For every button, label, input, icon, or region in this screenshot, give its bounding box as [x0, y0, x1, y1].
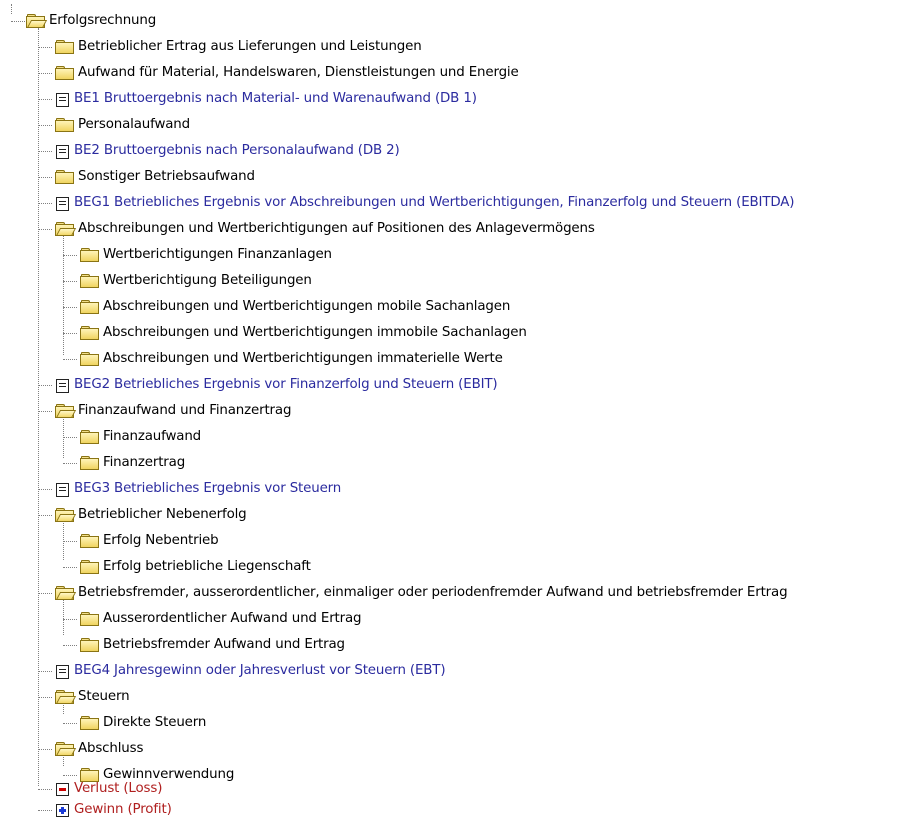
tree-item-be1[interactable]: BE1 Bruttoergebnis nach Material- und Wa… — [38, 86, 477, 112]
tree-item-erfolg-liegenschaft[interactable]: Erfolg betriebliche Liegenschaft — [63, 554, 311, 580]
tree-item-label: BEG2 Betriebliches Ergebnis vor Finanzer… — [74, 377, 498, 392]
folder-icon — [80, 352, 99, 366]
folder-icon — [80, 300, 99, 314]
folder-icon — [80, 612, 99, 626]
tree-item-label: Sonstiger Betriebsaufwand — [78, 169, 255, 184]
folder-icon — [80, 560, 99, 574]
tree-item-beg4[interactable]: BEG4 Jahresgewinn oder Jahresverlust vor… — [38, 658, 446, 684]
folder-icon — [55, 170, 74, 184]
tree-item-label: Steuern — [78, 689, 130, 704]
tree-item-aufwand-material[interactable]: Aufwand für Material, Handelswaren, Dien… — [38, 60, 519, 86]
folder-icon — [80, 638, 99, 652]
tree-item-betrieblicher-ertrag[interactable]: Betrieblicher Ertrag aus Lieferungen und… — [38, 34, 422, 60]
tree-item-ab-immaterielle[interactable]: Abschreibungen und Wertberichtigungen im… — [63, 346, 503, 372]
tree-item-beg2[interactable]: BEG2 Betriebliches Ergebnis vor Finanzer… — [38, 372, 498, 398]
document-icon — [55, 482, 70, 497]
document-icon — [55, 378, 70, 393]
tree-item-nebenerfolg[interactable]: Betrieblicher Nebenerfolg — [38, 502, 247, 528]
folder-icon — [55, 118, 74, 132]
folder-open-icon — [55, 222, 77, 236]
folder-icon — [80, 534, 99, 548]
tree-item-betriebsfremd[interactable]: Betriebsfremder, ausserordentlicher, ein… — [38, 580, 788, 606]
folder-open-icon — [55, 586, 77, 600]
tree-item-steuern[interactable]: Steuern — [38, 684, 130, 710]
tree-item-finanz[interactable]: Finanzaufwand und Finanzertrag — [38, 398, 291, 424]
tree-item-beg3[interactable]: BEG3 Betriebliches Ergebnis vor Steuern — [38, 476, 341, 502]
tree-item-label: Finanzertrag — [103, 455, 186, 470]
tree-item-label: Personalaufwand — [78, 117, 190, 132]
tree-item-label: Betrieblicher Nebenerfolg — [78, 507, 247, 522]
folder-open-icon — [55, 690, 77, 704]
tree-item-ab-immobile[interactable]: Abschreibungen und Wertberichtigungen im… — [63, 320, 527, 346]
tree-item-betriebsfremder-aufwand[interactable]: Betriebsfremder Aufwand und Ertrag — [63, 632, 345, 658]
tree-item-personalaufwand[interactable]: Personalaufwand — [38, 112, 190, 138]
tree-item-label: Betrieblicher Ertrag aus Lieferungen und… — [78, 39, 422, 54]
folder-icon — [80, 248, 99, 262]
tree-item-label: Direkte Steuern — [103, 715, 207, 730]
tree-item-label: Betriebsfremder Aufwand und Ertrag — [103, 637, 345, 652]
folder-open-icon — [55, 742, 77, 756]
folder-icon — [80, 716, 99, 730]
tree-item-label: Betriebsfremder, ausserordentlicher, ein… — [78, 585, 788, 600]
tree-item-wb-beteiligungen[interactable]: Wertberichtigung Beteiligungen — [63, 268, 312, 294]
tree-item-label: Abschluss — [78, 741, 144, 756]
tree-item-label: Abschreibungen und Wertberichtigungen au… — [78, 221, 595, 236]
tree-item-direkte-steuern[interactable]: Direkte Steuern — [63, 710, 206, 736]
tree-item-label: Erfolg betriebliche Liegenschaft — [103, 559, 311, 574]
folder-open-icon — [55, 508, 77, 522]
document-icon — [55, 664, 70, 679]
tree-item-erfolg-nebentrieb[interactable]: Erfolg Nebentrieb — [63, 528, 219, 554]
tree-item-label: Ausserordentlicher Aufwand und Ertrag — [103, 611, 362, 626]
tree-item-label: Gewinn (Profit) — [74, 802, 172, 817]
document-icon — [55, 92, 70, 107]
tree-root-erfolgsrechnung[interactable]: Erfolgsrechnung — [0, 8, 156, 34]
tree-item-label: BEG1 Betriebliches Ergebnis vor Abschrei… — [74, 195, 795, 210]
tree-item-wb-finanzanlagen[interactable]: Wertberichtigungen Finanzanlagen — [63, 242, 332, 268]
folder-open-icon — [55, 404, 77, 418]
tree-item-label: Wertberichtigungen Finanzanlagen — [103, 247, 332, 262]
tree-item-label: BE2 Bruttoergebnis nach Personalaufwand … — [74, 143, 400, 158]
tree-item-label: Abschreibungen und Wertberichtigungen im… — [103, 325, 527, 340]
folder-open-icon — [26, 14, 48, 28]
document-icon — [55, 196, 70, 211]
folder-icon — [80, 430, 99, 444]
tree-item-ausserordentlich[interactable]: Ausserordentlicher Aufwand und Ertrag — [63, 606, 362, 632]
folder-icon — [55, 40, 74, 54]
tree-item-gewinn[interactable]: Gewinn (Profit) — [38, 797, 172, 823]
account-tree: Erfolgsrechnung Betrieblicher Ertrag aus… — [0, 0, 914, 823]
tree-item-label: Aufwand für Material, Handelswaren, Dien… — [78, 65, 519, 80]
tree-item-label: Verlust (Loss) — [74, 781, 163, 796]
tree-item-abschreibungen[interactable]: Abschreibungen und Wertberichtigungen au… — [38, 216, 595, 242]
document-icon — [55, 144, 70, 159]
tree-item-sonstiger-betriebsaufwand[interactable]: Sonstiger Betriebsaufwand — [38, 164, 255, 190]
plus-box-icon — [55, 803, 70, 818]
tree-item-be2[interactable]: BE2 Bruttoergebnis nach Personalaufwand … — [38, 138, 400, 164]
tree-item-abschluss[interactable]: Abschluss — [38, 736, 143, 762]
folder-icon — [80, 274, 99, 288]
tree-item-label: Wertberichtigung Beteiligungen — [103, 273, 312, 288]
folder-icon — [80, 326, 99, 340]
tree-item-finanzertrag[interactable]: Finanzertrag — [63, 450, 185, 476]
tree-item-finanzaufwand[interactable]: Finanzaufwand — [63, 424, 201, 450]
tree-item-label: Finanzaufwand und Finanzertrag — [78, 403, 292, 418]
tree-item-label: BEG3 Betriebliches Ergebnis vor Steuern — [74, 481, 342, 496]
tree-item-label: BE1 Bruttoergebnis nach Material- und Wa… — [74, 91, 477, 106]
folder-icon — [80, 456, 99, 470]
tree-item-label: Abschreibungen und Wertberichtigungen im… — [103, 351, 503, 366]
tree-item-label: Erfolg Nebentrieb — [103, 533, 219, 548]
folder-icon — [55, 66, 74, 80]
tree-item-label: Erfolgsrechnung — [49, 13, 157, 28]
tree-item-label: BEG4 Jahresgewinn oder Jahresverlust vor… — [74, 663, 446, 678]
tree-item-label: Finanzaufwand — [103, 429, 202, 444]
tree-item-ab-mobile[interactable]: Abschreibungen und Wertberichtigungen mo… — [63, 294, 510, 320]
tree-item-label: Abschreibungen und Wertberichtigungen mo… — [103, 299, 511, 314]
minus-box-icon — [55, 782, 70, 797]
tree-item-beg1[interactable]: BEG1 Betriebliches Ergebnis vor Abschrei… — [38, 190, 795, 216]
